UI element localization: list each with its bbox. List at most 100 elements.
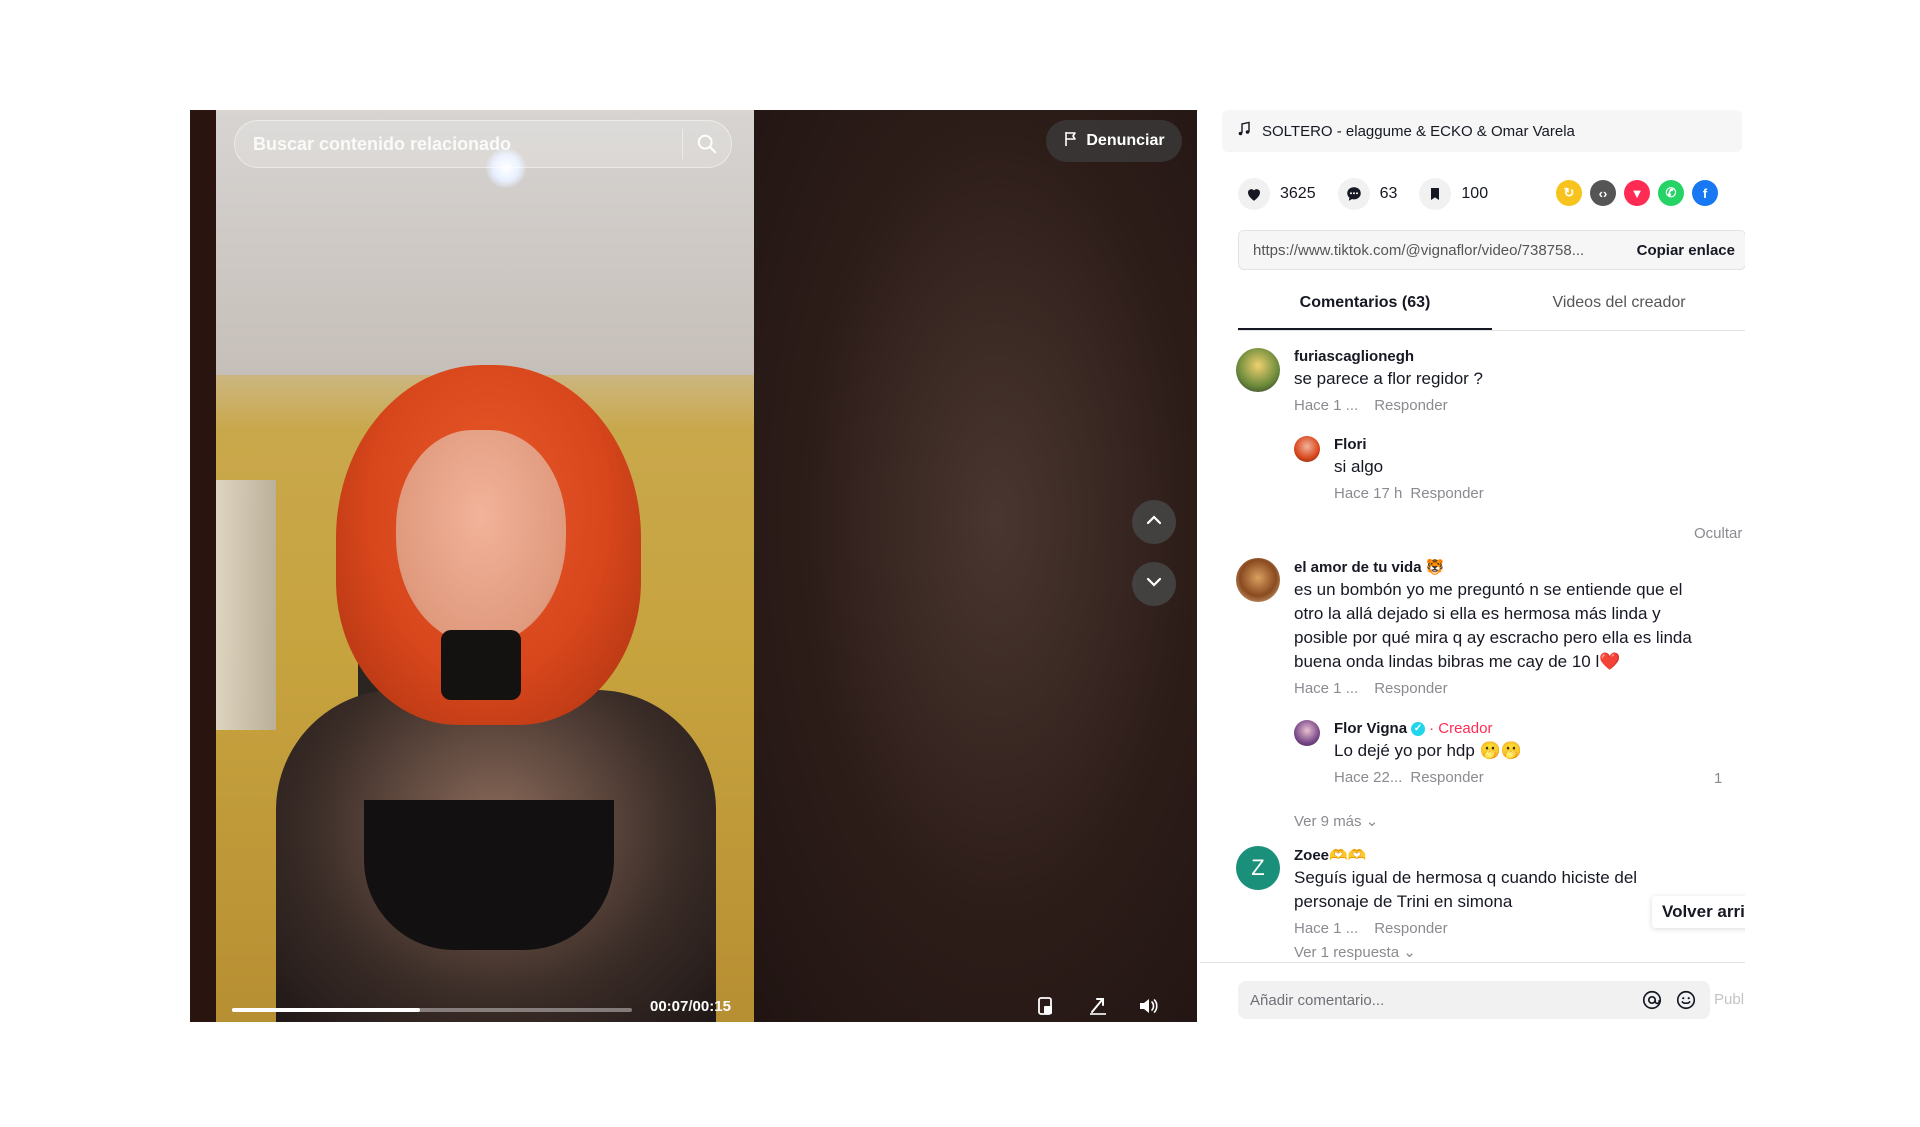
reply-time: Hace 22... [1334,769,1403,786]
whatsapp-icon[interactable]: ✆ [1658,180,1684,206]
comment-count: 63 [1379,185,1398,202]
comment-time: Hace 1 ... [1294,920,1359,937]
engagement-stats: 3625 63 100 [1238,178,1510,210]
view-replies-label: Ver 1 respuesta [1294,944,1400,961]
like-stat[interactable]: 3625 [1238,178,1316,210]
video-time: 00:07/00:15 [650,998,731,1015]
comment-username[interactable]: Zoee🫶🫶 [1294,846,1694,864]
related-search-bar[interactable] [234,120,732,168]
verified-badge-icon: ✓ [1411,722,1426,737]
reply-username[interactable]: Flori [1334,436,1694,453]
search-divider [682,129,683,159]
video-backdrop-right [754,110,1197,1022]
chevron-up-icon [1144,510,1164,535]
music-note-icon [1236,121,1252,141]
video-progress-fill [232,1008,420,1012]
repost-icon[interactable]: ↻ [1556,180,1582,206]
chevron-down-icon: ⌄ [1403,944,1416,961]
reply-button[interactable]: Responder [1410,769,1483,786]
reply-text: si algo [1334,457,1384,476]
reply-username-row: Flor Vigna ✓ · Creador [1334,720,1714,737]
comment-icon[interactable] [1337,178,1370,210]
flag-icon [1063,131,1079,152]
comment-stat[interactable]: 63 [1337,178,1398,210]
report-label: Denunciar [1086,132,1165,149]
previous-video-button[interactable] [1132,500,1176,544]
copy-link-button[interactable]: Copiar enlace [1627,242,1745,259]
search-icon[interactable] [693,130,721,158]
reply-button[interactable]: Responder [1410,485,1483,502]
time-separator: / [688,998,693,1015]
time-total: 00:15 [692,998,731,1015]
avatar[interactable] [1236,558,1280,602]
emoji-icon[interactable] [1672,986,1700,1014]
comment-text: Seguís igual de hermosa q cuando hiciste… [1294,868,1638,911]
next-video-button[interactable] [1132,562,1176,606]
floating-player-button[interactable] [1028,990,1064,1022]
avatar[interactable] [1236,348,1280,392]
tab-creator-videos[interactable]: Videos del creador [1492,282,1745,330]
reply-text: Lo dejé yo por hdp 🫢🫢 [1334,741,1522,760]
like-count: 3625 [1280,185,1316,202]
time-current: 00:07 [650,998,689,1015]
bookmark-icon[interactable] [1419,178,1452,210]
comment-meta: Hace 1 ... Responder [1294,680,1714,697]
video-player[interactable]: Denunciar 00:07/00:15 [190,110,1197,1022]
reply-button[interactable]: Responder [1374,397,1447,414]
embed-icon[interactable]: ‹› [1590,180,1616,206]
video-person-face [396,430,566,645]
comment-meta: Hace 1 ... Responder [1294,397,1734,414]
comment-text: se parece a flor regidor ? [1294,369,1483,388]
music-title: SOLTERO - elaggume & ECKO & Omar Varela [1262,122,1575,140]
volume-button[interactable] [1130,990,1166,1022]
share-link-row: https://www.tiktok.com/@vignaflor/video/… [1238,230,1745,270]
comment-time: Hace 1 ... [1294,397,1359,414]
video-person-top [364,800,614,950]
see-more-label: Ver 9 más [1294,813,1362,830]
comment-username[interactable]: el amor de tu vida 🐯 [1294,558,1714,576]
facebook-icon[interactable]: f [1692,180,1718,206]
comment-input-box[interactable] [1238,981,1710,1019]
reply-username[interactable]: Flor Vigna [1334,720,1407,737]
floating-player-icon [1035,995,1057,1022]
related-search-input[interactable] [251,132,672,156]
share-buttons: ↻ ‹› ▼ ✆ f [1556,180,1718,206]
video-shelf [216,480,276,730]
avatar[interactable]: Z [1236,846,1280,890]
comment-meta: Hace 1 ... Responder [1294,920,1694,937]
comment-username[interactable]: furiascaglionegh [1294,348,1734,365]
post-comment-button[interactable]: Publ [1714,991,1744,1008]
comment-composer: Publ [1200,962,1745,1022]
chevron-down-icon: ⌄ [1365,813,1379,830]
heart-icon[interactable] [1238,178,1270,210]
mention-icon[interactable] [1638,986,1666,1014]
video-frame[interactable] [216,110,754,1022]
auto-scroll-button[interactable] [1080,990,1116,1022]
panel-tabs: Comentarios (63) Videos del creador [1238,282,1745,331]
video-person-choker [441,630,521,700]
reply-meta: Hace 17 h Responder [1334,485,1694,502]
reply-button[interactable]: Responder [1374,920,1447,937]
reply-button[interactable]: Responder [1374,680,1447,697]
reply-time: Hace 17 h [1334,485,1403,502]
comment-text: es un bombón yo me preguntó n se entiend… [1294,580,1692,671]
creator-tag: · Creador [1429,720,1493,737]
report-button[interactable]: Denunciar [1046,120,1182,162]
chevron-down-icon [1144,572,1164,597]
avatar[interactable] [1294,436,1320,462]
music-bar[interactable]: SOLTERO - elaggume & ECKO & Omar Varela [1222,110,1742,152]
view-replies-link[interactable]: Ver 1 respuesta ⌄ [1294,943,1694,961]
tab-comments[interactable]: Comentarios (63) [1238,282,1492,330]
reply-like-count: 1 [1714,770,1723,787]
see-more-replies-link[interactable]: Ver 9 más ⌄ [1294,812,1378,830]
comment-input[interactable] [1248,990,1632,1010]
back-to-top-button[interactable]: Volver arrib [1652,896,1745,928]
send-to-friends-icon[interactable]: ▼ [1624,180,1650,206]
auto-scroll-icon [1087,995,1109,1022]
avatar[interactable] [1294,720,1320,746]
save-stat[interactable]: 100 [1419,178,1488,210]
details-panel: SOLTERO - elaggume & ECKO & Omar Varela … [1200,110,1745,1022]
save-count: 100 [1461,185,1489,202]
video-progress-bar[interactable] [232,1008,632,1012]
hide-replies-link[interactable]: Ocultar [1694,525,1742,542]
